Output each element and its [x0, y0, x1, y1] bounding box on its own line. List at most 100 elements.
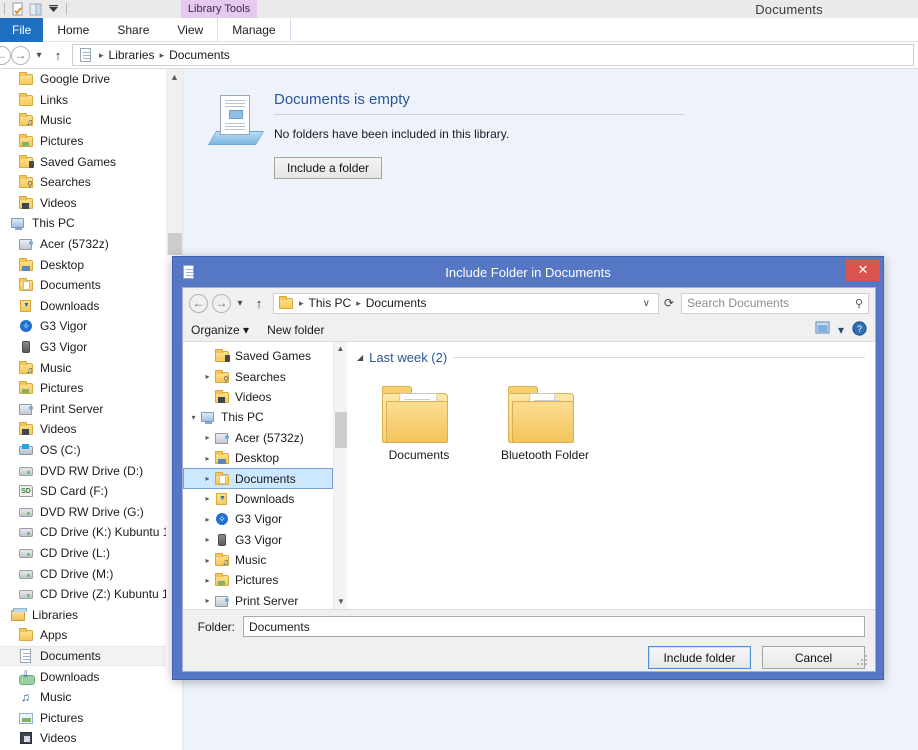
tree-item-documents[interactable]: ▸Documents	[183, 468, 333, 488]
sidebar-item-pictures[interactable]: Pictures	[0, 707, 166, 728]
cancel-button[interactable]: Cancel	[762, 646, 865, 669]
tree-item-pictures[interactable]: ▸Pictures	[183, 570, 333, 590]
tree-item-saved-games[interactable]: Saved Games	[183, 346, 333, 366]
tree-item-acer-5732z[interactable]: ▸Acer (5732z)	[183, 428, 333, 448]
help-icon[interactable]: ?	[852, 321, 867, 339]
dialog-up-button[interactable]: ↑	[249, 296, 269, 311]
sidebar-item-videos[interactable]: Videos	[0, 419, 166, 440]
sidebar-item-cd-drive-l[interactable]: CD Drive (L:)	[0, 543, 166, 564]
tree-item-downloads[interactable]: ▸Downloads	[183, 489, 333, 509]
sidebar-item-cd-drive-z-kubuntu-14-1[interactable]: CD Drive (Z:) Kubuntu 14.1	[0, 584, 166, 605]
sidebar-item-acer-5732z[interactable]: Acer (5732z)	[0, 234, 166, 255]
tree-expander-icon[interactable]: ▸	[201, 515, 214, 524]
sidebar-item-music[interactable]: ♫Music	[0, 687, 166, 708]
dialog-breadcrumb-documents[interactable]: Documents	[366, 296, 427, 310]
sidebar-item-print-server[interactable]: Print Server	[0, 399, 166, 420]
folder-input[interactable]: Documents	[243, 616, 865, 637]
navigation-pane[interactable]: Google DriveLinks♫MusicPicturesSaved Gam…	[0, 69, 166, 750]
sidebar-item-downloads[interactable]: Downloads	[0, 296, 166, 317]
tree-item-g3-vigor[interactable]: ▸G3 Vigor	[183, 530, 333, 550]
sidebar-item-music[interactable]: ♫Music	[0, 357, 166, 378]
tree-expander-icon[interactable]: ▸	[201, 576, 214, 585]
include-folder-button[interactable]: Include folder	[648, 646, 751, 669]
sidebar-item-dvd-rw-drive-d[interactable]: DVD RW Drive (D:)	[0, 460, 166, 481]
dialog-tree-pane[interactable]: Saved Games▸⚲SearchesVideos▾This PC▸Acer…	[183, 342, 333, 609]
sidebar-item-music[interactable]: ♫Music	[0, 110, 166, 131]
view-dropdown-caret-icon[interactable]: ▾	[838, 323, 844, 337]
view-icon[interactable]	[815, 321, 830, 338]
tree-expander-icon[interactable]: ▾	[187, 413, 200, 422]
sidebar-item-desktop[interactable]: Desktop	[0, 254, 166, 275]
scroll-up-arrow[interactable]: ▲	[167, 69, 182, 85]
sidebar-item-videos[interactable]: Videos	[0, 193, 166, 214]
include-a-folder-button[interactable]: Include a folder	[274, 157, 382, 179]
dialog-close-button[interactable]: ✕	[846, 259, 880, 281]
tree-item-videos[interactable]: Videos	[183, 387, 333, 407]
tab-file[interactable]: File	[0, 18, 43, 42]
tab-manage[interactable]: Manage	[217, 18, 290, 42]
dialog-file-list[interactable]: ◢ Last week (2)	[347, 342, 875, 609]
tree-expander-icon[interactable]: ▸	[201, 474, 214, 483]
breadcrumb-libraries[interactable]: Libraries	[109, 48, 155, 62]
dialog-breadcrumb-this-pc[interactable]: This PC	[309, 296, 352, 310]
sidebar-item-documents[interactable]: Documents	[0, 646, 166, 667]
tree-item-desktop[interactable]: ▸Desktop	[183, 448, 333, 468]
file-item-documents[interactable]: Documents	[371, 371, 467, 463]
tree-expander-icon[interactable]: ▸	[201, 596, 214, 605]
tree-expander-icon[interactable]: ▸	[201, 535, 214, 544]
sidebar-item-saved-games[interactable]: Saved Games	[0, 151, 166, 172]
dialog-tree-scrollbar-thumb[interactable]	[335, 412, 347, 448]
sidebar-item-pictures[interactable]: Pictures	[0, 378, 166, 399]
search-icon[interactable]: ⚲	[855, 297, 863, 310]
sidebar-item-this-pc[interactable]: This PC	[0, 213, 166, 234]
new-folder-button[interactable]: New folder	[267, 323, 324, 337]
resize-grip[interactable]	[857, 655, 869, 667]
recent-locations-dropdown[interactable]: ▾	[30, 50, 48, 61]
dialog-refresh-button[interactable]: ⟳	[659, 296, 679, 310]
sidebar-item-g3-vigor[interactable]: G3 Vigor	[0, 337, 166, 358]
tree-expander-icon[interactable]: ▸	[201, 433, 214, 442]
tree-expander-icon[interactable]: ▸	[201, 556, 214, 565]
sidebar-item-pictures[interactable]: Pictures	[0, 131, 166, 152]
tab-view[interactable]: View	[163, 18, 217, 42]
dialog-tree-scrollbar[interactable]: ▲ ▼	[333, 342, 347, 609]
back-button[interactable]: ←	[0, 46, 11, 65]
sidebar-item-downloads[interactable]: ⇩Downloads	[0, 666, 166, 687]
file-item-bluetooth-folder[interactable]: Bluetooth Folder	[497, 371, 593, 463]
file-group-header[interactable]: ◢ Last week (2)	[357, 350, 865, 365]
tree-item-searches[interactable]: ▸⚲Searches	[183, 366, 333, 386]
dialog-tree-scroll-down-arrow[interactable]: ▼	[334, 595, 348, 609]
dialog-search-box[interactable]: Search Documents ⚲	[681, 293, 869, 314]
forward-button[interactable]: →	[11, 46, 30, 65]
group-collapse-icon[interactable]: ◢	[357, 353, 363, 362]
up-button[interactable]: ↑	[48, 48, 68, 63]
breadcrumb-documents[interactable]: Documents	[169, 48, 230, 62]
sidebar-item-links[interactable]: Links	[0, 90, 166, 111]
sidebar-item-google-drive[interactable]: Google Drive	[0, 69, 166, 90]
tree-expander-icon[interactable]: ▸	[201, 372, 214, 381]
dialog-address-bar[interactable]: ▸ This PC ▸ Documents ∨	[273, 293, 659, 314]
dialog-recent-locations-dropdown[interactable]: ▾	[231, 298, 249, 309]
tab-home[interactable]: Home	[43, 18, 103, 42]
dialog-titlebar[interactable]: Include Folder in Documents ✕	[173, 257, 883, 287]
tab-share[interactable]: Share	[103, 18, 163, 42]
sidebar-item-libraries[interactable]: Libraries	[0, 604, 166, 625]
dialog-forward-button[interactable]: →	[212, 294, 231, 313]
navigation-pane-scrollbar[interactable]: ▲	[166, 69, 182, 255]
tree-item-print-server[interactable]: ▸Print Server	[183, 591, 333, 609]
sidebar-item-documents[interactable]: Documents	[0, 275, 166, 296]
sidebar-item-cd-drive-k-kubuntu-14-1[interactable]: CD Drive (K:) Kubuntu 14.1	[0, 522, 166, 543]
sidebar-item-g3-vigor[interactable]: ✧G3 Vigor	[0, 316, 166, 337]
dialog-back-button[interactable]: ←	[189, 294, 208, 313]
sidebar-item-searches[interactable]: ⚲Searches	[0, 172, 166, 193]
dialog-tree-scroll-up-arrow[interactable]: ▲	[334, 342, 347, 356]
tree-item-music[interactable]: ▸♫Music	[183, 550, 333, 570]
tree-item-this-pc[interactable]: ▾This PC	[183, 407, 333, 427]
tree-expander-icon[interactable]: ▸	[201, 494, 214, 503]
sidebar-item-videos[interactable]: Videos	[0, 728, 166, 749]
sidebar-item-apps[interactable]: Apps	[0, 625, 166, 646]
sidebar-item-dvd-rw-drive-g[interactable]: DVD RW Drive (G:)	[0, 501, 166, 522]
dialog-address-dropdown-icon[interactable]: ∨	[639, 298, 654, 309]
sidebar-item-cd-drive-m[interactable]: CD Drive (M:)	[0, 563, 166, 584]
tree-item-g3-vigor[interactable]: ▸✧G3 Vigor	[183, 509, 333, 529]
